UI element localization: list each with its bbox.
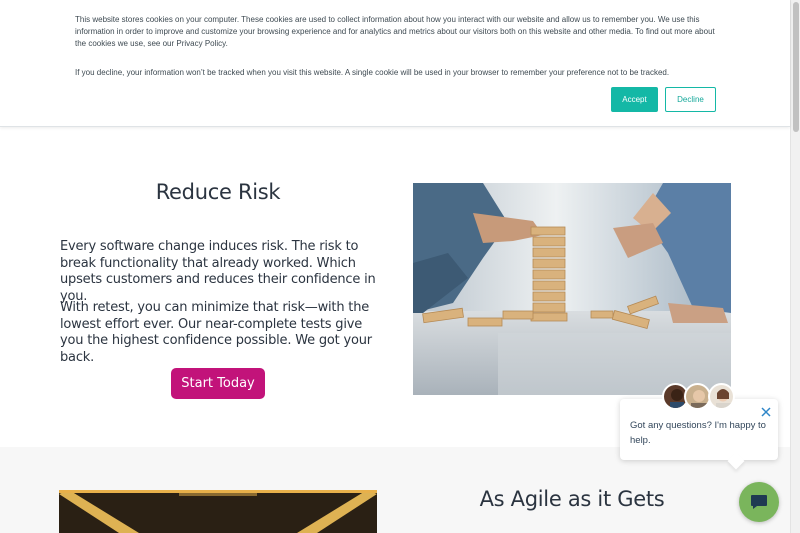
reduce-risk-paragraph-2: With retest, you can minimize that risk—…	[60, 300, 372, 365]
reduce-risk-heading: Reduce Risk	[155, 180, 281, 204]
cookie-text-secondary: If you decline, your information won’t b…	[75, 68, 670, 77]
tunnel-lights-photo	[59, 490, 377, 533]
close-icon[interactable]	[760, 405, 772, 417]
chat-bubble-icon	[751, 495, 767, 509]
cookie-text-primary: This website stores cookies on your comp…	[75, 15, 715, 48]
jenga-tower-photo	[413, 183, 731, 395]
scrollbar-thumb[interactable]	[793, 2, 799, 132]
avatar	[708, 383, 735, 410]
cookie-banner: This website stores cookies on your comp…	[0, 0, 790, 127]
reduce-risk-paragraph-1: Every software change induces risk. The …	[60, 239, 376, 304]
decline-cookies-button[interactable]: Decline	[665, 87, 716, 112]
start-today-button[interactable]: Start Today	[171, 368, 265, 399]
agile-heading: As Agile as it Gets	[479, 487, 665, 511]
page-scrollbar[interactable]	[790, 0, 800, 533]
chat-launcher-button[interactable]	[739, 482, 779, 522]
chat-message: Got any questions? I'm happy to help.	[630, 420, 766, 446]
accept-cookies-button[interactable]: Accept	[611, 87, 658, 112]
avatar	[684, 383, 711, 410]
